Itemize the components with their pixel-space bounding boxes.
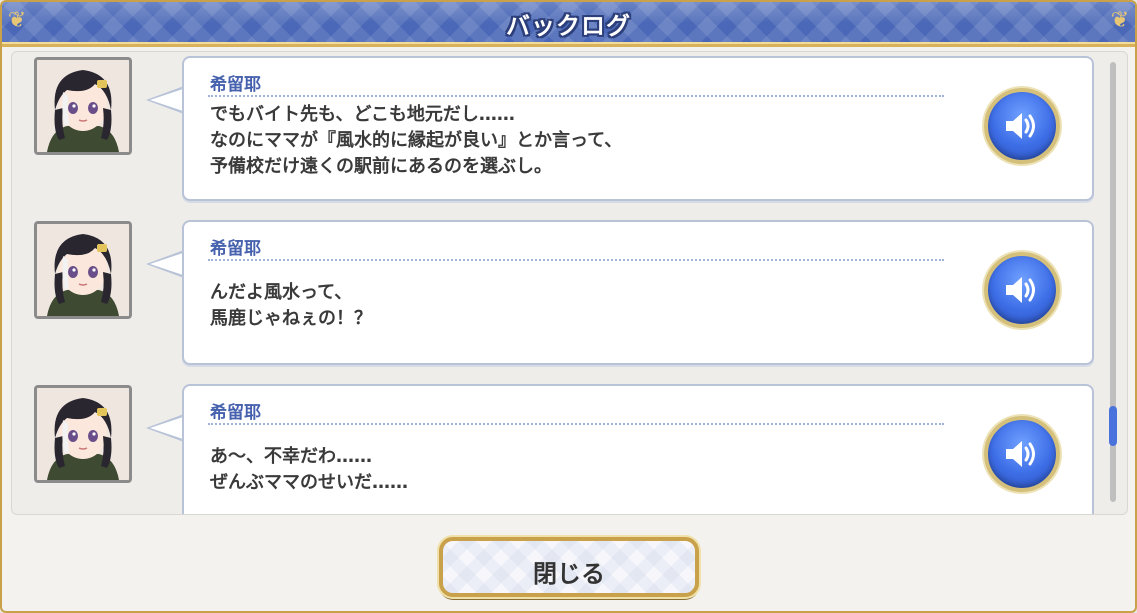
character-avatar xyxy=(34,57,132,155)
divider xyxy=(208,423,944,425)
speaker-icon xyxy=(1006,113,1035,139)
character-portrait-icon xyxy=(37,60,129,152)
voice-replay-button[interactable] xyxy=(984,252,1060,328)
character-avatar xyxy=(34,385,132,483)
speaker-name: 希留耶 xyxy=(210,75,261,95)
close-button-label: 閉じる xyxy=(533,560,605,588)
voice-replay-button[interactable] xyxy=(984,416,1060,492)
log-entry: 希留耶 んだよ風水って、 馬鹿じゃねぇの！？ xyxy=(12,218,1112,368)
dialogue-text: んだよ風水って、 馬鹿じゃねぇの！？ xyxy=(210,282,372,329)
backlog-list[interactable]: 希留耶 でもバイト先も、どこも地元だし…… なのにママが『風水的に縁起が良い』と… xyxy=(11,51,1128,515)
scrollbar-thumb[interactable] xyxy=(1109,406,1117,446)
character-avatar xyxy=(34,221,132,319)
ornament-icon: ❦ xyxy=(1110,8,1130,33)
dialogue-text: でもバイト先も、どこも地元だし…… なのにママが『風水的に縁起が良い』とか言って… xyxy=(210,104,623,177)
backlog-window: ❦ バックログ ❦ 希留耶 でもバイト先も、どこも地元だし…… なのにママが『風… xyxy=(0,0,1137,613)
dialogue-bubble: 希留耶 でもバイト先も、どこも地元だし…… なのにママが『風水的に縁起が良い』と… xyxy=(182,56,1094,201)
divider xyxy=(208,259,944,261)
character-portrait-icon xyxy=(37,224,129,316)
dialogue-text: あ〜、不幸だわ…… ぜんぶママのせいだ…… xyxy=(210,446,408,493)
page-title: バックログ xyxy=(506,12,631,40)
log-entry: 希留耶 あ〜、不幸だわ…… ぜんぶママのせいだ…… xyxy=(12,382,1112,514)
speaker-name: 希留耶 xyxy=(210,403,261,423)
voice-replay-button[interactable] xyxy=(984,88,1060,164)
speaker-icon xyxy=(1006,441,1035,467)
character-portrait-icon xyxy=(37,388,129,480)
close-button[interactable]: 閉じる xyxy=(439,537,699,597)
dialogue-bubble: 希留耶 んだよ風水って、 馬鹿じゃねぇの！？ xyxy=(182,220,1094,365)
divider xyxy=(208,95,944,97)
speaker-name: 希留耶 xyxy=(210,239,261,259)
dialogue-bubble: 希留耶 あ〜、不幸だわ…… ぜんぶママのせいだ…… xyxy=(182,384,1094,514)
speaker-icon xyxy=(1006,277,1035,303)
title-bar: ❦ バックログ ❦ xyxy=(2,2,1135,47)
log-entry: 希留耶 でもバイト先も、どこも地元だし…… なのにママが『風水的に縁起が良い』と… xyxy=(12,54,1112,204)
